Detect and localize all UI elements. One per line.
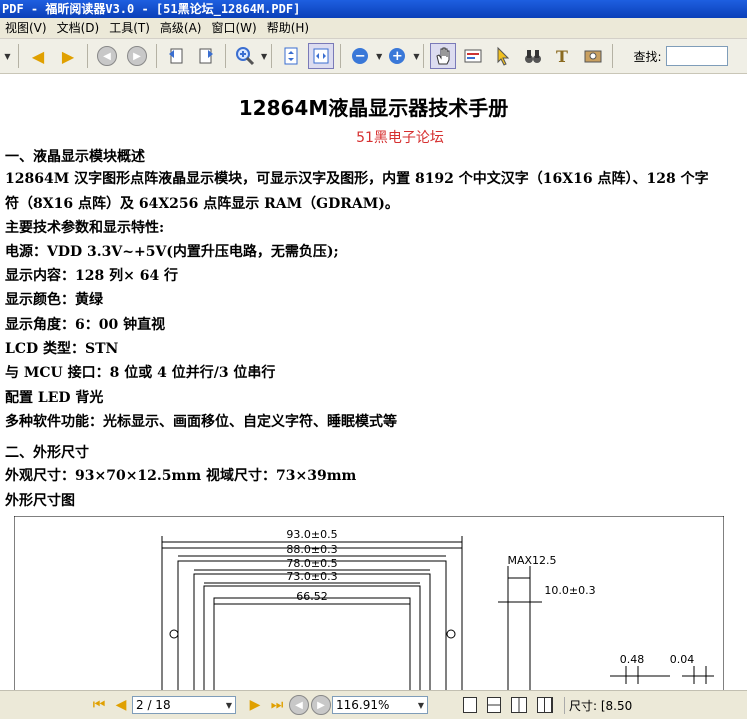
fit-width-icon[interactable] <box>308 43 335 69</box>
paragraph-line: 12864M 汉字图形点阵液晶显示模块，可显示汉字及图形，内置 8192 个中文… <box>5 171 709 187</box>
zoom-in-icon[interactable] <box>232 43 258 69</box>
status-bar: ⏮ ◀ 2 / 18 ▼ ▶ ⏭ ◀ ▶ 116.91% ▼ 尺寸: [8.50 <box>0 690 747 719</box>
mount-hole-left <box>169 629 179 639</box>
spec-content: 显示内容：128 列× 64 行 <box>5 268 179 284</box>
active-area-outline <box>213 597 411 690</box>
toolbar-separator <box>423 44 425 68</box>
toolbar-separator <box>271 44 273 68</box>
history-back-icon[interactable]: ◀ <box>288 694 310 716</box>
menu-document[interactable]: 文档(D) <box>52 18 105 38</box>
section-heading-overview: 一、液晶显示模块概述 <box>5 149 145 165</box>
dim-label: MAX12.5 <box>507 554 556 567</box>
menu-view[interactable]: 视图(V) <box>0 18 52 38</box>
dim-label: 93.0±0.5 <box>286 528 337 541</box>
page-size-label: 尺寸: [8.50 <box>564 696 632 714</box>
single-page-layout-icon[interactable] <box>463 697 477 713</box>
spec-power: 电源：VDD 3.3V~+5V(内置升压电路，无需负压); <box>5 244 339 260</box>
spec-angle: 显示角度：6：00 钟直视 <box>5 317 166 333</box>
dim-label: 66.52 <box>296 590 328 603</box>
binoculars-icon[interactable] <box>520 43 546 69</box>
arrow-right-icon[interactable]: ▶ <box>55 43 81 69</box>
next-page-icon[interactable]: ▶ <box>244 694 266 716</box>
spec-lcd-type: LCD 类型：STN <box>5 341 119 357</box>
snapshot-icon[interactable] <box>580 43 606 69</box>
zoom-dropdown-icon[interactable]: ▼ <box>261 52 267 61</box>
zoom-select[interactable]: 116.91% ▼ <box>332 696 428 714</box>
last-page-icon[interactable]: ⏭ <box>266 694 288 716</box>
typewriter-icon[interactable]: T <box>550 43 576 69</box>
spec-backlight: 配置 LED 背光 <box>5 390 104 406</box>
toolbar: ▼ ◀ ▶ ◀ ▶ ▼ − ▼ + ▼ T 查找: <box>0 39 747 74</box>
spec-functions: 多种软件功能：光标显示、画面移位、自定义字符、睡眠模式等 <box>5 414 397 430</box>
cursor-icon[interactable] <box>490 43 516 69</box>
document-subtitle: 51黑电子论坛 <box>356 130 444 146</box>
dim-label: 10.0±0.3 <box>544 584 595 597</box>
page-dropdown-icon[interactable]: ▼ <box>226 701 232 710</box>
zoom-out-dropdown-icon[interactable]: ▼ <box>376 52 382 61</box>
menu-window[interactable]: 窗口(W) <box>206 18 261 38</box>
rotate-right-icon[interactable] <box>193 43 219 69</box>
facing-layout-icon[interactable] <box>511 697 527 713</box>
toolbar-separator <box>87 44 88 68</box>
toolbar-separator <box>225 44 226 68</box>
forward-icon[interactable]: ▶ <box>124 43 150 69</box>
first-page-icon[interactable]: ⏮ <box>88 694 110 716</box>
page-number-value: 2 / 18 <box>136 698 171 712</box>
window-title-bar: PDF - 福昕阅读器V3.0 - [51黑论坛_12864M.PDF] <box>0 0 747 18</box>
toolbar-separator <box>18 44 19 68</box>
outline-drawing-heading: 外形尺寸图 <box>5 493 75 509</box>
toolbar-separator <box>156 44 157 68</box>
dim-label: 0.48 <box>620 653 645 666</box>
menu-tools[interactable]: 工具(T) <box>104 18 155 38</box>
menu-advanced[interactable]: 高级(A) <box>155 18 207 38</box>
dim-label: 78.0±0.5 <box>286 557 337 570</box>
document-title: 12864M液晶显示器技术手册 <box>238 96 509 120</box>
history-forward-icon[interactable]: ▶ <box>310 694 332 716</box>
paragraph-line: 符（8X16 点阵）及 64X256 点阵显示 RAM（GDRAM)。 <box>5 196 399 212</box>
dim-label: 88.0±0.3 <box>286 543 337 556</box>
side-view-outline <box>507 577 531 690</box>
mount-hole-right <box>446 629 456 639</box>
rotate-left-icon[interactable] <box>163 43 189 69</box>
menu-help[interactable]: 帮助(H) <box>262 18 314 38</box>
hand-tool-icon[interactable] <box>430 43 457 69</box>
fit-page-icon[interactable] <box>278 43 304 69</box>
menu-bar: 视图(V) 文档(D) 工具(T) 高级(A) 窗口(W) 帮助(H) <box>0 18 747 39</box>
text-select-icon[interactable] <box>460 43 486 69</box>
arrow-left-icon[interactable]: ◀ <box>25 43 51 69</box>
zoom-in-circle-icon[interactable]: + <box>384 43 410 69</box>
spec-color: 显示颜色：黄绿 <box>5 292 103 308</box>
prev-page-icon[interactable]: ◀ <box>110 694 132 716</box>
dim-label: 73.0±0.3 <box>286 570 337 583</box>
toolbar-separator <box>340 44 342 68</box>
document-view[interactable]: 12864M液晶显示器技术手册 51黑电子论坛 一、液晶显示模块概述 12864… <box>0 74 747 690</box>
outline-size: 外观尺寸：93×70×12.5mm 视域尺寸：73×39mm <box>5 468 357 484</box>
page-number-input[interactable]: 2 / 18 ▼ <box>132 696 236 714</box>
zoom-out-circle-icon[interactable]: − <box>347 43 373 69</box>
svg-text:T: T <box>556 47 568 66</box>
continuous-layout-icon[interactable] <box>487 697 501 713</box>
section-heading-outline: 二、外形尺寸 <box>5 445 89 461</box>
window-title: PDF - 福昕阅读器V3.0 - [51黑论坛_12864M.PDF] <box>2 2 301 16</box>
main-params-heading: 主要技术参数和显示特性: <box>5 220 165 236</box>
spec-mcu: 与 MCU 接口：8 位或 4 位并行/3 位串行 <box>5 365 276 381</box>
search-label: 查找: <box>633 49 662 64</box>
search-input[interactable] <box>665 46 728 66</box>
back-icon[interactable]: ◀ <box>94 43 120 69</box>
outline-drawing: 93.0±0.5 88.0±0.3 78.0±0.5 73.0±0.3 66.5… <box>14 516 724 690</box>
toolbar-dropdown-icon[interactable]: ▼ <box>2 43 12 69</box>
toolbar-separator <box>612 44 614 68</box>
dim-label: 0.04 <box>670 653 695 666</box>
zoom-value: 116.91% <box>336 698 390 712</box>
zoom-select-dropdown-icon[interactable]: ▼ <box>418 701 424 710</box>
zoom-in-dropdown-icon[interactable]: ▼ <box>413 52 419 61</box>
continuous-facing-layout-icon[interactable] <box>537 697 553 713</box>
